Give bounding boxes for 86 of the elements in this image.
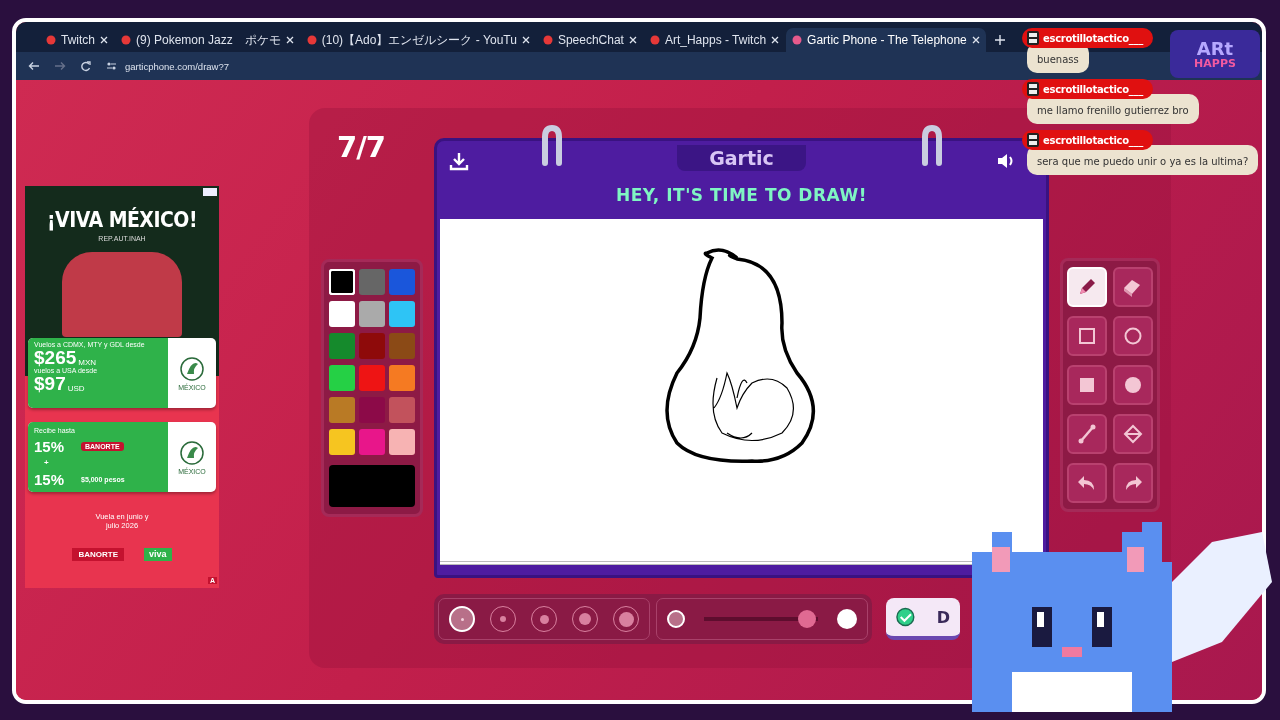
favicon-icon	[649, 35, 660, 45]
ad-percent: 15%	[34, 438, 66, 454]
close-icon[interactable]	[971, 36, 980, 44]
color-swatch[interactable]	[389, 333, 415, 359]
user-badge-icon	[1027, 133, 1039, 147]
close-icon[interactable]	[771, 36, 780, 44]
color-swatch[interactable]	[359, 365, 385, 391]
tab-title: Gartic Phone - The Telephone	[807, 33, 967, 47]
ad-headline: ¡VIVA MÉXICO!	[47, 208, 197, 232]
browser-tab[interactable]: (10)【Ado】エンゼルシーク - YouTu	[300, 28, 536, 52]
color-swatch[interactable]	[329, 333, 355, 359]
slider-thumb[interactable]	[797, 610, 816, 628]
tab-title: Twitch	[61, 33, 95, 47]
tab-title: (10)【Ado】エンゼルシーク - YouTu	[321, 31, 517, 49]
square-tool-button[interactable]	[1067, 316, 1107, 356]
tab-title: Art_Happs - Twitch	[664, 33, 767, 47]
tab-title: SpeechChat	[557, 33, 624, 47]
filled-square-tool-button[interactable]	[1067, 365, 1107, 405]
eraser-tool-button[interactable]	[1113, 267, 1153, 307]
favicon-icon	[121, 35, 131, 45]
color-swatch[interactable]	[329, 397, 355, 423]
color-swatch[interactable]	[359, 301, 385, 327]
check-icon	[896, 607, 915, 627]
sponsor-logo: BANORTE	[72, 548, 124, 561]
chat-username: escrotillotactico___	[1022, 130, 1153, 150]
favicon-icon	[46, 35, 56, 45]
color-swatch[interactable]	[329, 301, 355, 327]
new-tab-icon[interactable]	[994, 35, 1005, 45]
ad-price: $97	[34, 374, 66, 393]
round-counter: 7/7	[337, 130, 386, 164]
back-icon[interactable]	[28, 61, 40, 71]
sponsor-logo: viva	[144, 548, 172, 561]
color-swatch[interactable]	[389, 429, 415, 455]
user-badge-icon	[1027, 82, 1039, 96]
close-icon[interactable]	[521, 36, 530, 44]
favicon-icon	[792, 35, 803, 45]
close-icon[interactable]	[628, 36, 637, 44]
done-button[interactable]: D	[886, 598, 960, 640]
ad-price: $265	[34, 348, 77, 367]
address-field[interactable]: garticphone.com/draw?7	[125, 60, 230, 72]
ad-percent: 15%	[34, 471, 66, 487]
favicon-icon	[306, 35, 317, 45]
tab-title: (9) Pokemon Jazz ポケモ	[136, 31, 281, 49]
game-logo: Gartic	[677, 145, 806, 171]
browser-tab[interactable]: Art_Happs - Twitch	[643, 28, 786, 52]
color-swatch[interactable]	[389, 269, 415, 295]
ad-currency: MXN	[78, 358, 97, 367]
color-swatch[interactable]	[359, 269, 385, 295]
color-swatch[interactable]	[329, 269, 355, 295]
chat-username: escrotillotactico___	[1022, 28, 1153, 48]
low-opacity-icon	[667, 610, 685, 628]
line-tool-button[interactable]	[1067, 414, 1107, 454]
fill-bucket-tool-button[interactable]	[1113, 414, 1153, 454]
color-swatch[interactable]	[329, 429, 355, 455]
close-icon[interactable]	[285, 36, 294, 44]
site-settings-icon[interactable]	[106, 61, 117, 71]
browser-tab[interactable]: Twitch	[40, 28, 114, 52]
ad-text: +	[43, 458, 50, 468]
download-icon[interactable]	[449, 151, 469, 171]
redo-tool-button[interactable]	[1113, 463, 1153, 503]
circle-tool-button[interactable]	[1113, 316, 1153, 356]
draw-prompt-heading: HEY, IT'S TIME TO DRAW!	[616, 185, 867, 205]
browser-tab[interactable]: (9) Pokemon Jazz ポケモ	[115, 28, 300, 52]
color-swatch[interactable]	[389, 301, 415, 327]
close-icon[interactable]	[100, 36, 108, 44]
logo-text: ARt	[1196, 39, 1234, 58]
forward-icon[interactable]	[54, 61, 66, 71]
high-opacity-icon	[837, 609, 857, 629]
browser-tab[interactable]: SpeechChat	[536, 28, 643, 52]
chat-username: escrotillotactico___	[1022, 79, 1153, 99]
color-swatch[interactable]	[389, 365, 415, 391]
eagle-emblem-icon	[179, 355, 205, 382]
color-swatch[interactable]	[389, 397, 415, 423]
reload-icon[interactable]	[80, 60, 92, 72]
ad-currency: USD	[67, 384, 85, 393]
color-swatch[interactable]	[359, 429, 385, 455]
favicon-icon	[542, 35, 553, 45]
user-badge-icon	[1027, 31, 1039, 45]
logo-text: HAPPS	[1194, 57, 1236, 69]
eagle-emblem-icon	[179, 439, 205, 466]
pencil-tool-button[interactable]	[1067, 267, 1107, 307]
browser-tab[interactable]: Gartic Phone - The Telephone	[786, 28, 986, 52]
undo-tool-button[interactable]	[1067, 463, 1107, 503]
color-swatch[interactable]	[359, 333, 385, 359]
color-swatch[interactable]	[329, 365, 355, 391]
filled-circle-tool-button[interactable]	[1113, 365, 1153, 405]
